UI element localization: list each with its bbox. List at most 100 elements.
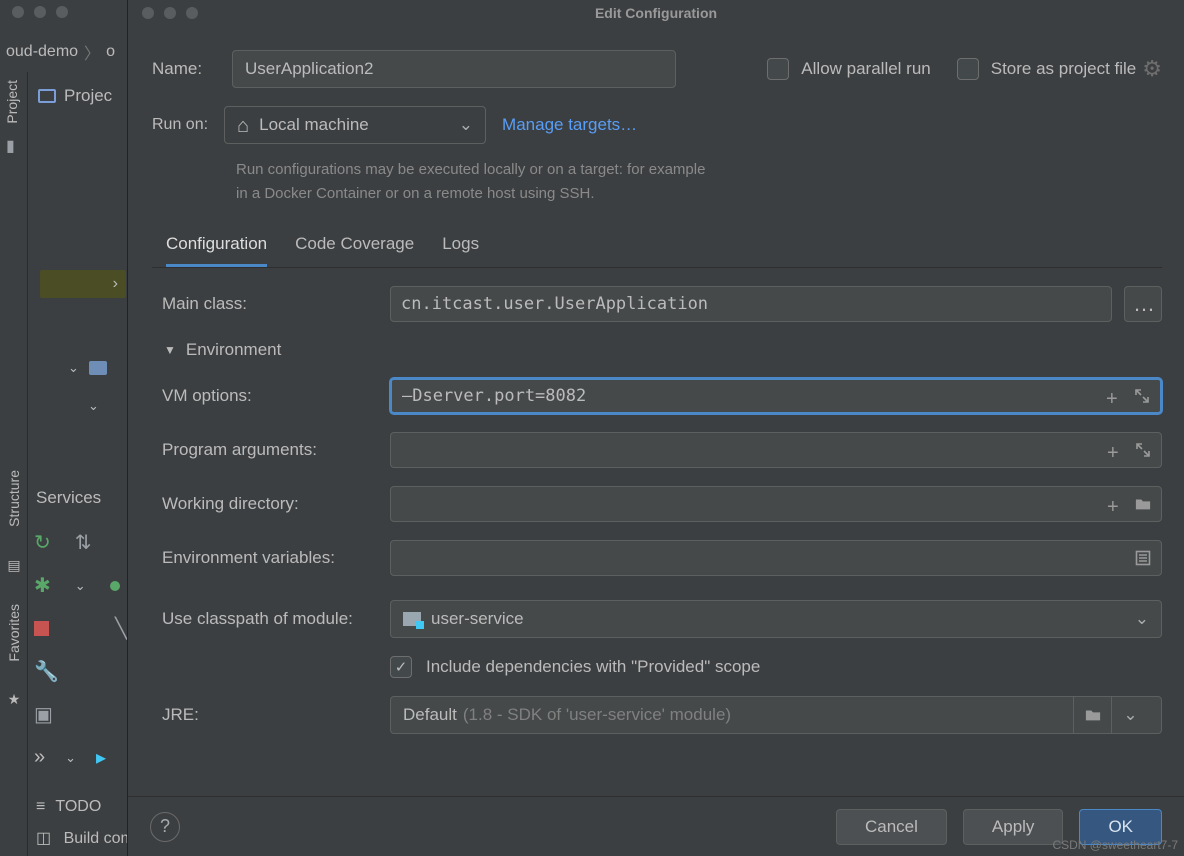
- program-args-field[interactable]: [390, 432, 1162, 468]
- vm-options-input[interactable]: [402, 386, 1106, 406]
- main-class-field[interactable]: [390, 286, 1112, 322]
- dialog-title: Edit Configuration: [128, 5, 1184, 21]
- todo-label: TODO: [55, 798, 101, 816]
- cancel-button[interactable]: Cancel: [836, 809, 947, 845]
- plus-icon[interactable]: [1107, 442, 1123, 458]
- breadcrumb-project[interactable]: oud-demo: [6, 43, 78, 61]
- classpath-select[interactable]: user-service ⌄: [390, 600, 1162, 638]
- tab-logs[interactable]: Logs: [442, 234, 479, 267]
- run-on-value: Local machine: [259, 115, 369, 135]
- camera-icon[interactable]: ▣: [34, 702, 53, 727]
- filter-icon[interactable]: ⇅: [75, 530, 92, 555]
- configuration-panel: Main class: … ▼ Environment VM options:: [152, 268, 1162, 734]
- environment-section-header[interactable]: ▼ Environment: [164, 340, 1162, 360]
- tree-highlight[interactable]: ›: [40, 270, 126, 298]
- chevron-right-icon: 〉: [84, 40, 100, 64]
- name-label: Name:: [152, 59, 232, 79]
- help-button[interactable]: ?: [150, 812, 180, 842]
- chevron-down-icon[interactable]: ⌄: [65, 750, 76, 766]
- program-args-input[interactable]: [401, 440, 1107, 460]
- tab-coverage[interactable]: Code Coverage: [295, 234, 414, 267]
- run-on-row: Run on: Local machine ⌄ Manage targets…: [152, 106, 1162, 144]
- classpath-value: user-service: [431, 609, 524, 629]
- env-vars-input[interactable]: [401, 548, 1135, 568]
- tree-leaf: ╲: [115, 616, 127, 641]
- store-project-label: Store as project file: [991, 59, 1137, 79]
- stop-icon[interactable]: [34, 621, 49, 636]
- jre-label: JRE:: [162, 705, 390, 725]
- services-label: Services: [36, 488, 101, 507]
- include-deps-row: Include dependencies with "Provided" sco…: [390, 656, 1162, 678]
- hint-line: in a Docker Container or on a remote hos…: [236, 185, 595, 202]
- include-deps-label: Include dependencies with "Provided" sco…: [426, 657, 760, 677]
- expand-icon[interactable]: [1134, 388, 1150, 404]
- breadcrumb: oud-demo 〉 o: [0, 36, 115, 68]
- vm-options-field[interactable]: [390, 378, 1162, 414]
- expand-icon[interactable]: [1135, 442, 1151, 458]
- hint-line: Run configurations may be executed local…: [236, 161, 705, 178]
- working-dir-row: Working directory:: [162, 486, 1162, 522]
- tree-node[interactable]: ⌄: [88, 398, 99, 414]
- status-dot-icon: [110, 581, 120, 591]
- working-dir-input[interactable]: [401, 494, 1107, 514]
- services-panel-title[interactable]: Services: [28, 480, 128, 516]
- plus-icon[interactable]: [1107, 496, 1123, 512]
- tree-node[interactable]: ⌄: [68, 360, 107, 376]
- window-icon[interactable]: ◫: [36, 830, 51, 847]
- allow-parallel-checkbox[interactable]: [767, 58, 789, 80]
- chevron-down-icon[interactable]: ⌄: [75, 578, 86, 594]
- breadcrumb-item[interactable]: o: [106, 43, 115, 61]
- left-toolwindow-tabs: Structure ▤ Favorites ★: [0, 470, 28, 826]
- working-dir-field[interactable]: [390, 486, 1162, 522]
- jre-row: JRE: Default (1.8 - SDK of 'user-service…: [162, 696, 1162, 734]
- browse-class-button[interactable]: …: [1124, 286, 1162, 322]
- folder-icon[interactable]: [1135, 496, 1151, 512]
- list-icon[interactable]: [1135, 550, 1151, 566]
- todo-tool-button[interactable]: ≡ TODO: [36, 798, 101, 816]
- store-project-checkbox[interactable]: [957, 58, 979, 80]
- more-icon[interactable]: »: [34, 746, 45, 769]
- bug-icon[interactable]: ✱: [34, 573, 51, 598]
- chevron-down-icon: ⌄: [68, 360, 79, 376]
- jre-select[interactable]: Default (1.8 - SDK of 'user-service' mod…: [390, 696, 1162, 734]
- config-tabs: Configuration Code Coverage Logs: [152, 234, 1162, 268]
- home-icon: [237, 114, 249, 137]
- chevron-down-icon: ⌄: [88, 398, 99, 414]
- env-vars-field[interactable]: [390, 540, 1162, 576]
- chevron-down-icon[interactable]: ⌄: [1111, 697, 1149, 733]
- favorites-tool-button[interactable]: Favorites: [6, 604, 22, 662]
- jre-value: Default: [403, 705, 457, 725]
- run-icon[interactable]: ↻: [34, 530, 51, 555]
- triangle-down-icon: ▼: [164, 343, 176, 357]
- plus-icon[interactable]: [1106, 388, 1122, 404]
- tab-configuration[interactable]: Configuration: [166, 234, 267, 267]
- program-args-row: Program arguments:: [162, 432, 1162, 468]
- manage-targets-link[interactable]: Manage targets…: [502, 115, 637, 135]
- project-panel-title[interactable]: Projec: [28, 72, 128, 120]
- module-icon: [403, 612, 421, 626]
- gear-icon[interactable]: ⚙: [1142, 56, 1162, 82]
- run-on-hint: Run configurations may be executed local…: [236, 158, 1162, 206]
- traffic-max-icon: [56, 6, 68, 18]
- apply-button[interactable]: Apply: [963, 809, 1064, 845]
- wrench-icon[interactable]: 🔧: [34, 659, 127, 684]
- folder-icon[interactable]: [1073, 697, 1111, 733]
- chevron-right-icon: ›: [113, 275, 118, 293]
- allow-parallel-label: Allow parallel run: [801, 59, 930, 79]
- vm-options-row: VM options:: [162, 378, 1162, 414]
- dialog-body: Name: Allow parallel run Store as projec…: [128, 26, 1184, 796]
- include-deps-checkbox[interactable]: [390, 656, 412, 678]
- traffic-min-icon: [34, 6, 46, 18]
- name-row: Name: Allow parallel run Store as projec…: [152, 50, 1162, 88]
- main-class-input[interactable]: [401, 294, 1101, 314]
- run-on-label: Run on:: [152, 116, 208, 134]
- services-toolbar: ↻ ⇅ ✱ ⌄ ╲ 🔧 ▣ » ⌄ ▸: [34, 530, 127, 770]
- run-on-select[interactable]: Local machine ⌄: [224, 106, 486, 144]
- traffic-close-icon: [12, 6, 24, 18]
- name-input[interactable]: [232, 50, 676, 88]
- structure-tool-button[interactable]: Structure: [6, 470, 22, 527]
- program-args-label: Program arguments:: [162, 440, 390, 460]
- dialog-footer: ? Cancel Apply OK: [128, 796, 1184, 856]
- project-tool-button[interactable]: Project: [4, 80, 20, 124]
- main-class-label: Main class:: [162, 294, 390, 314]
